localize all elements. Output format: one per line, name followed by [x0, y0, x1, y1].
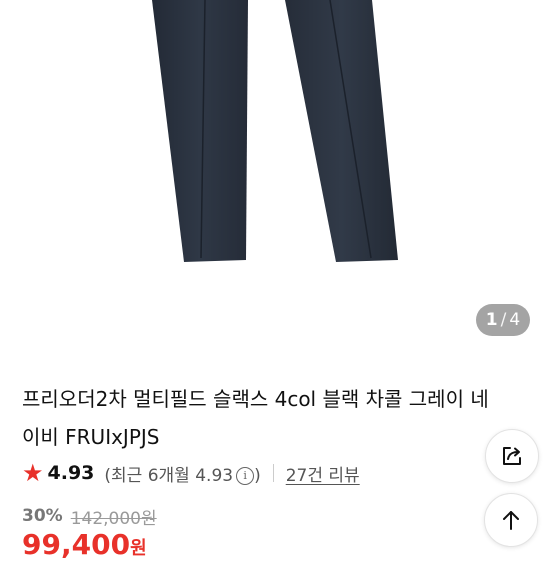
share-button[interactable] [485, 429, 539, 483]
left-trouser-leg [152, 0, 248, 262]
pager-separator: / [500, 310, 507, 330]
rating-row: ★ 4.93 (최근 6개월 4.93 i) 27건 리뷰 [22, 458, 360, 488]
product-image[interactable]: 1 / 4 [0, 0, 552, 352]
sale-price-value: 99,400 [22, 528, 131, 561]
recent-rating: (최근 6개월 4.93 i) [104, 461, 260, 486]
arrow-up-icon [503, 511, 519, 530]
recent-rating-close: ) [254, 465, 261, 486]
scroll-top-button[interactable] [484, 493, 538, 547]
sale-price-unit: 원 [130, 538, 147, 559]
pager-total: 4 [509, 310, 521, 330]
info-icon[interactable]: i [236, 466, 255, 485]
sale-price: 99,400원 [22, 528, 147, 566]
recent-rating-label: (최근 6개월 4.93 [104, 465, 234, 486]
star-icon: ★ [22, 459, 44, 487]
image-pager: 1 / 4 [476, 304, 530, 336]
trousers-photo [152, 0, 398, 262]
share-icon [503, 447, 521, 465]
reviews-link[interactable]: 27건 리뷰 [286, 461, 360, 486]
discount-rate: 30% [22, 506, 63, 526]
original-price: 142,000원 [70, 508, 157, 529]
right-trouser-leg [285, 0, 398, 262]
product-title: 프리오더2차 멀티필드 슬랙스 4col 블랙 차콜 그레이 네이비 FRUIx… [22, 387, 489, 449]
rating-score: 4.93 [47, 462, 95, 484]
divider [272, 464, 274, 482]
pager-current: 1 [485, 310, 498, 330]
price-row: 30% 142,000원 [22, 503, 157, 529]
